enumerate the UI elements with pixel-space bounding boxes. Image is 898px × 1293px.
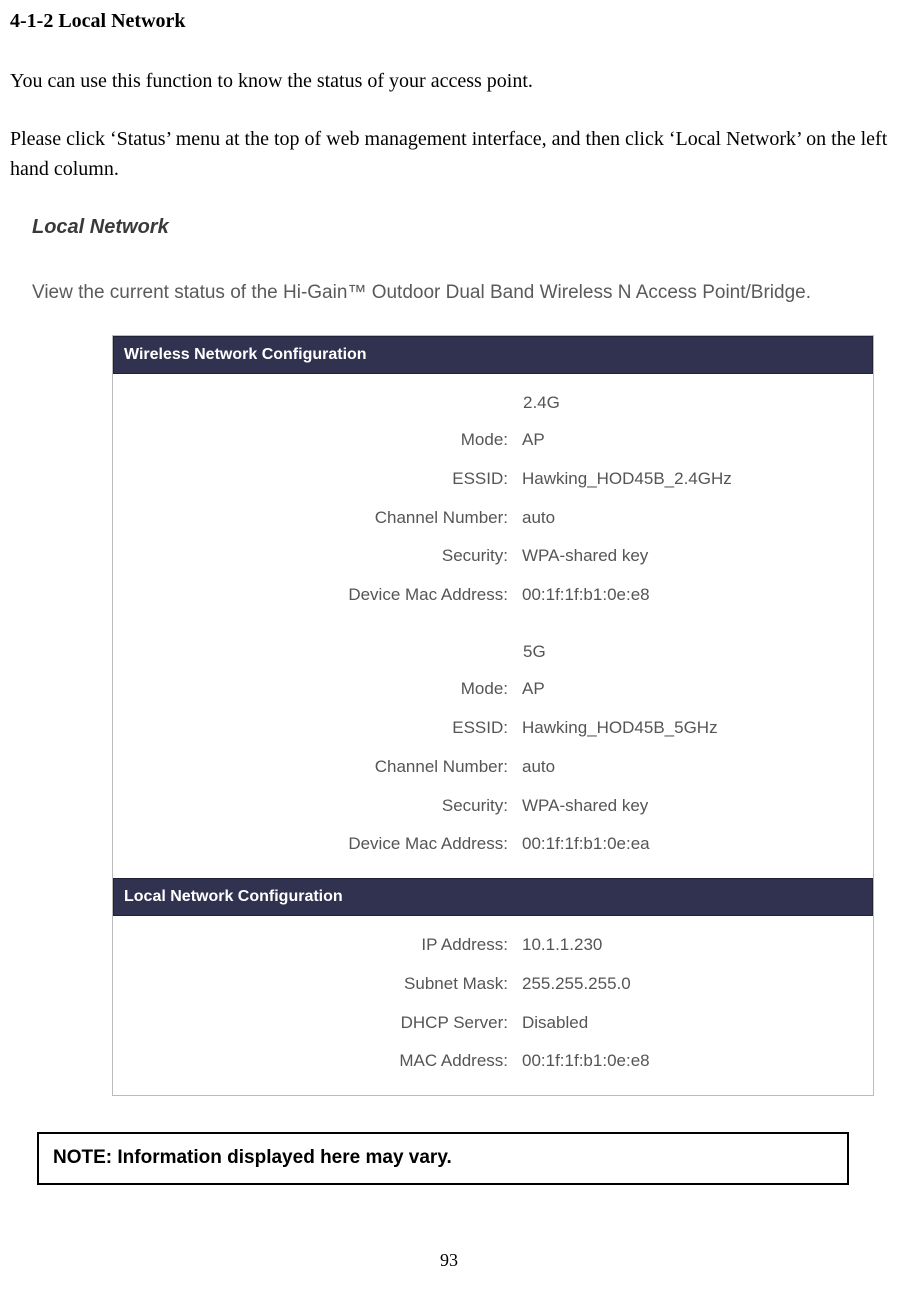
row-channel-24: Channel Number: auto (113, 499, 873, 538)
row-mode-24: Mode: AP (113, 421, 873, 460)
value-mode-24: AP (522, 421, 873, 460)
intro-paragraph: You can use this function to know the st… (10, 66, 888, 96)
note-box: NOTE: Information displayed here may var… (37, 1132, 849, 1185)
label-mac-5: Device Mac Address: (113, 825, 522, 864)
row-dhcp: DHCP Server: Disabled (113, 1004, 873, 1043)
label-security-5: Security: (113, 787, 522, 826)
page-number: 93 (10, 1247, 888, 1274)
value-mac-local: 00:1f:1f:b1:0e:e8 (522, 1042, 873, 1081)
value-dhcp: Disabled (522, 1004, 873, 1043)
label-channel-5: Channel Number: (113, 748, 522, 787)
row-security-5: Security: WPA-shared key (113, 787, 873, 826)
value-essid-5: Hawking_HOD45B_5GHz (522, 709, 873, 748)
value-mac-24: 00:1f:1f:b1:0e:e8 (522, 576, 873, 615)
value-subnet: 255.255.255.0 (522, 965, 873, 1004)
row-mac-local: MAC Address: 00:1f:1f:b1:0e:e8 (113, 1042, 873, 1081)
label-mode-5: Mode: (113, 670, 522, 709)
label-mode-24: Mode: (113, 421, 522, 460)
row-mac-24: Device Mac Address: 00:1f:1f:b1:0e:e8 (113, 576, 873, 615)
label-channel-24: Channel Number: (113, 499, 522, 538)
value-channel-5: auto (522, 748, 873, 787)
wireless-config-panel: Wireless Network Configuration 2.4G Mode… (112, 335, 874, 1097)
embedded-screenshot: Local Network View the current status of… (32, 212, 878, 1096)
value-ip: 10.1.1.230 (522, 926, 873, 965)
band-24-section: 2.4G Mode: AP ESSID: Hawking_HOD45B_2.4G… (113, 374, 873, 629)
instruction-paragraph: Please click ‘Status’ menu at the top of… (10, 124, 888, 184)
screenshot-title: Local Network (32, 212, 878, 242)
section-title: 4-1-2 Local Network (10, 6, 888, 36)
screenshot-description: View the current status of the Hi-Gain™ … (32, 280, 878, 307)
label-mac-local: MAC Address: (113, 1042, 522, 1081)
row-security-24: Security: WPA-shared key (113, 537, 873, 576)
band-5-section: 5G Mode: AP ESSID: Hawking_HOD45B_5GHz C… (113, 629, 873, 878)
value-mode-5: AP (522, 670, 873, 709)
row-ip: IP Address: 10.1.1.230 (113, 926, 873, 965)
band-24-label: 2.4G (113, 384, 873, 422)
value-security-5: WPA-shared key (522, 787, 873, 826)
value-security-24: WPA-shared key (522, 537, 873, 576)
local-panel-header: Local Network Configuration (113, 878, 873, 916)
label-mac-24: Device Mac Address: (113, 576, 522, 615)
label-essid-24: ESSID: (113, 460, 522, 499)
row-channel-5: Channel Number: auto (113, 748, 873, 787)
value-channel-24: auto (522, 499, 873, 538)
label-dhcp: DHCP Server: (113, 1004, 522, 1043)
value-mac-5: 00:1f:1f:b1:0e:ea (522, 825, 873, 864)
row-mode-5: Mode: AP (113, 670, 873, 709)
wireless-panel-header: Wireless Network Configuration (113, 336, 873, 374)
local-section: IP Address: 10.1.1.230 Subnet Mask: 255.… (113, 916, 873, 1095)
value-essid-24: Hawking_HOD45B_2.4GHz (522, 460, 873, 499)
row-essid-24: ESSID: Hawking_HOD45B_2.4GHz (113, 460, 873, 499)
label-subnet: Subnet Mask: (113, 965, 522, 1004)
label-security-24: Security: (113, 537, 522, 576)
label-essid-5: ESSID: (113, 709, 522, 748)
row-essid-5: ESSID: Hawking_HOD45B_5GHz (113, 709, 873, 748)
band-5-label: 5G (113, 633, 873, 671)
label-ip: IP Address: (113, 926, 522, 965)
row-subnet: Subnet Mask: 255.255.255.0 (113, 965, 873, 1004)
row-mac-5: Device Mac Address: 00:1f:1f:b1:0e:ea (113, 825, 873, 864)
